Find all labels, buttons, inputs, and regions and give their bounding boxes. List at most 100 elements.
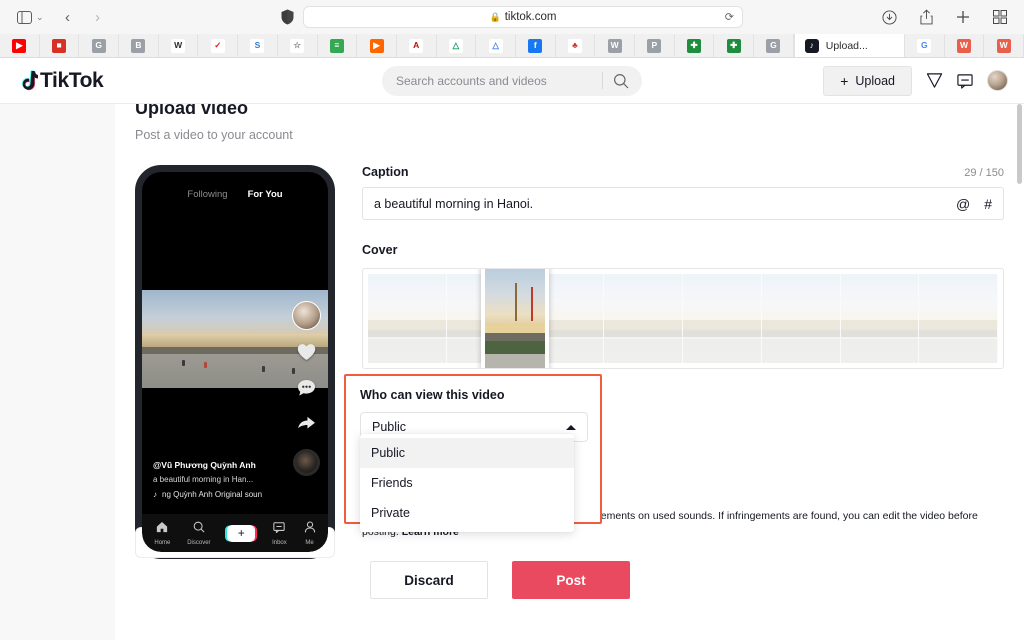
phone-nav-discover[interactable]: Discover [187, 520, 211, 546]
powerpoint-p-icon: P [647, 38, 662, 53]
mention-icon[interactable]: @ [956, 197, 970, 211]
bookmark-check-red[interactable]: ✓ [198, 34, 239, 57]
phone-nav-home[interactable]: Home [154, 520, 170, 546]
inbox-icon [273, 520, 286, 538]
upload-button[interactable]: + Upload [823, 65, 912, 96]
chevron-up-icon[interactable] [566, 424, 576, 430]
share-icon[interactable] [912, 5, 940, 29]
bookmark-skype-s[interactable]: S [238, 34, 278, 57]
comment-icon[interactable] [297, 379, 316, 402]
bookmark-word-w[interactable]: W [595, 34, 635, 57]
bookmark-facebook[interactable]: f [516, 34, 556, 57]
search-bar[interactable] [382, 65, 642, 96]
forward-button[interactable]: › [84, 5, 112, 29]
search-icon[interactable] [604, 67, 638, 95]
phone-nav-me[interactable]: Me [304, 520, 316, 546]
phone-preview: Following For You @Vũ Phương Quỳnh Anh a… [135, 165, 335, 559]
bookmark-youtube[interactable]: ▶ [0, 34, 40, 57]
back-button[interactable]: ‹ [54, 5, 82, 29]
bookmark-flame-red[interactable]: ♣ [556, 34, 596, 57]
discard-button[interactable]: Discard [370, 561, 488, 599]
privacy-label: Who can view this video [360, 388, 505, 402]
bookmark-sheets-green[interactable]: ≡ [318, 34, 358, 57]
new-tab-icon[interactable] [949, 5, 977, 29]
browser-tab-upload[interactable]: ♪ Upload... [793, 34, 905, 57]
hashtag-icon[interactable]: # [984, 197, 992, 211]
send-icon[interactable] [926, 72, 943, 89]
cover-frame[interactable] [683, 274, 762, 363]
bookmark-powerpoint-p[interactable]: P [635, 34, 675, 57]
bookmark-google-drive-2[interactable]: △ [476, 34, 516, 57]
browser-nav-controls: ⌄ ‹ › [10, 5, 112, 29]
shield-icon[interactable] [281, 9, 295, 25]
cover-frame[interactable] [919, 274, 998, 363]
page-title: Upload video [135, 104, 249, 118]
privacy-option-public[interactable]: Public [360, 438, 574, 468]
creator-avatar[interactable] [292, 301, 321, 330]
share-icon[interactable] [297, 415, 316, 436]
phone-nav-inbox[interactable]: Inbox [272, 520, 287, 546]
page-scrollbar[interactable] [1017, 104, 1022, 640]
bookmark-star-outline[interactable]: ☆ [278, 34, 318, 57]
caption-input[interactable]: a beautiful morning in Hanoi. @ # [362, 187, 1004, 220]
tiktok-logo[interactable]: TikTok [18, 69, 104, 93]
bookmark-google-g-2[interactable]: G [754, 34, 794, 57]
tab-for-you[interactable]: For You [248, 189, 283, 200]
scrollbar-thumb[interactable] [1017, 104, 1022, 184]
music-row[interactable]: ♪ ng Quỳnh Anh Original soun [153, 490, 273, 499]
person-icon [304, 520, 316, 538]
cover-frame[interactable] [840, 274, 920, 363]
browser-tab-label: Upload... [825, 39, 868, 52]
frame-bridge [840, 320, 919, 331]
record-icon[interactable] [293, 449, 320, 476]
cover-frame[interactable] [761, 274, 841, 363]
creator-username[interactable]: @Vũ Phương Quỳnh Anh [153, 460, 273, 470]
bookmark-google-drive[interactable]: △ [437, 34, 477, 57]
video-action-rail [292, 301, 321, 476]
search-input[interactable] [396, 73, 602, 88]
bookmark-vlc-orange[interactable]: ▶ [357, 34, 397, 57]
privacy-section-highlight: Who can view this video Public Public Fri… [344, 374, 602, 532]
cover-frame[interactable] [604, 274, 683, 363]
heart-icon[interactable] [297, 343, 316, 366]
bookmark-sheets-cross-2[interactable]: ✚ [714, 34, 755, 57]
message-icon[interactable] [957, 73, 973, 89]
header-actions: + Upload [823, 65, 1008, 96]
bookmark-bookmark-red-doc[interactable]: ■ [40, 34, 80, 57]
address-bar[interactable]: 🔒 tiktok.com ⟳ [303, 6, 743, 28]
cover-bridge-shadow [485, 333, 545, 341]
cover-filmstrip[interactable] [362, 268, 1004, 369]
bookmark-google-translate[interactable]: G [905, 34, 945, 57]
bookmark-sheets-cross[interactable]: ✚ [675, 34, 715, 57]
cover-frame[interactable] [368, 274, 447, 363]
skype-s-icon: S [250, 38, 265, 53]
sheets-cross-2-icon: ✚ [726, 38, 741, 53]
video-caption-block: @Vũ Phương Quỳnh Anh a beautiful morning… [153, 460, 273, 499]
tab-following[interactable]: Following [187, 189, 227, 200]
sidebar-toggle-icon[interactable] [10, 5, 38, 29]
bookmark-acrobat-a[interactable]: A [397, 34, 437, 57]
cover-selected-frame[interactable] [481, 269, 549, 368]
reload-icon[interactable]: ⟳ [725, 11, 734, 24]
download-icon[interactable] [875, 5, 903, 29]
bookmark-google-g[interactable]: G [79, 34, 120, 57]
check-red-icon: ✓ [210, 38, 225, 53]
bookmark-wordpress-2[interactable]: W [984, 34, 1024, 57]
bookmark-wikipedia[interactable]: W [159, 34, 199, 57]
bookmark-red-doc-icon: ■ [52, 38, 67, 53]
bookmark-wordpress[interactable]: W [945, 34, 985, 57]
phone-nav-create-button[interactable]: + [227, 524, 256, 542]
bookmark-bookmark-b[interactable]: B [119, 34, 159, 57]
post-button[interactable]: Post [512, 561, 630, 599]
tab-overview-icon[interactable] [986, 5, 1014, 29]
privacy-option-private[interactable]: Private [360, 498, 574, 528]
google-g-2-icon: G [766, 38, 781, 53]
privacy-dropdown-menu[interactable]: Public Friends Private [360, 434, 574, 532]
page-body: Upload video Post a video to your accoun… [0, 104, 1024, 640]
avatar[interactable] [987, 70, 1008, 91]
frame-road [919, 338, 997, 363]
caption-value: a beautiful morning in Hanoi. [374, 196, 534, 211]
phone-nav-label: Home [154, 540, 171, 546]
chevron-down-icon[interactable]: ⌄ [36, 12, 44, 23]
privacy-option-friends[interactable]: Friends [360, 468, 574, 498]
